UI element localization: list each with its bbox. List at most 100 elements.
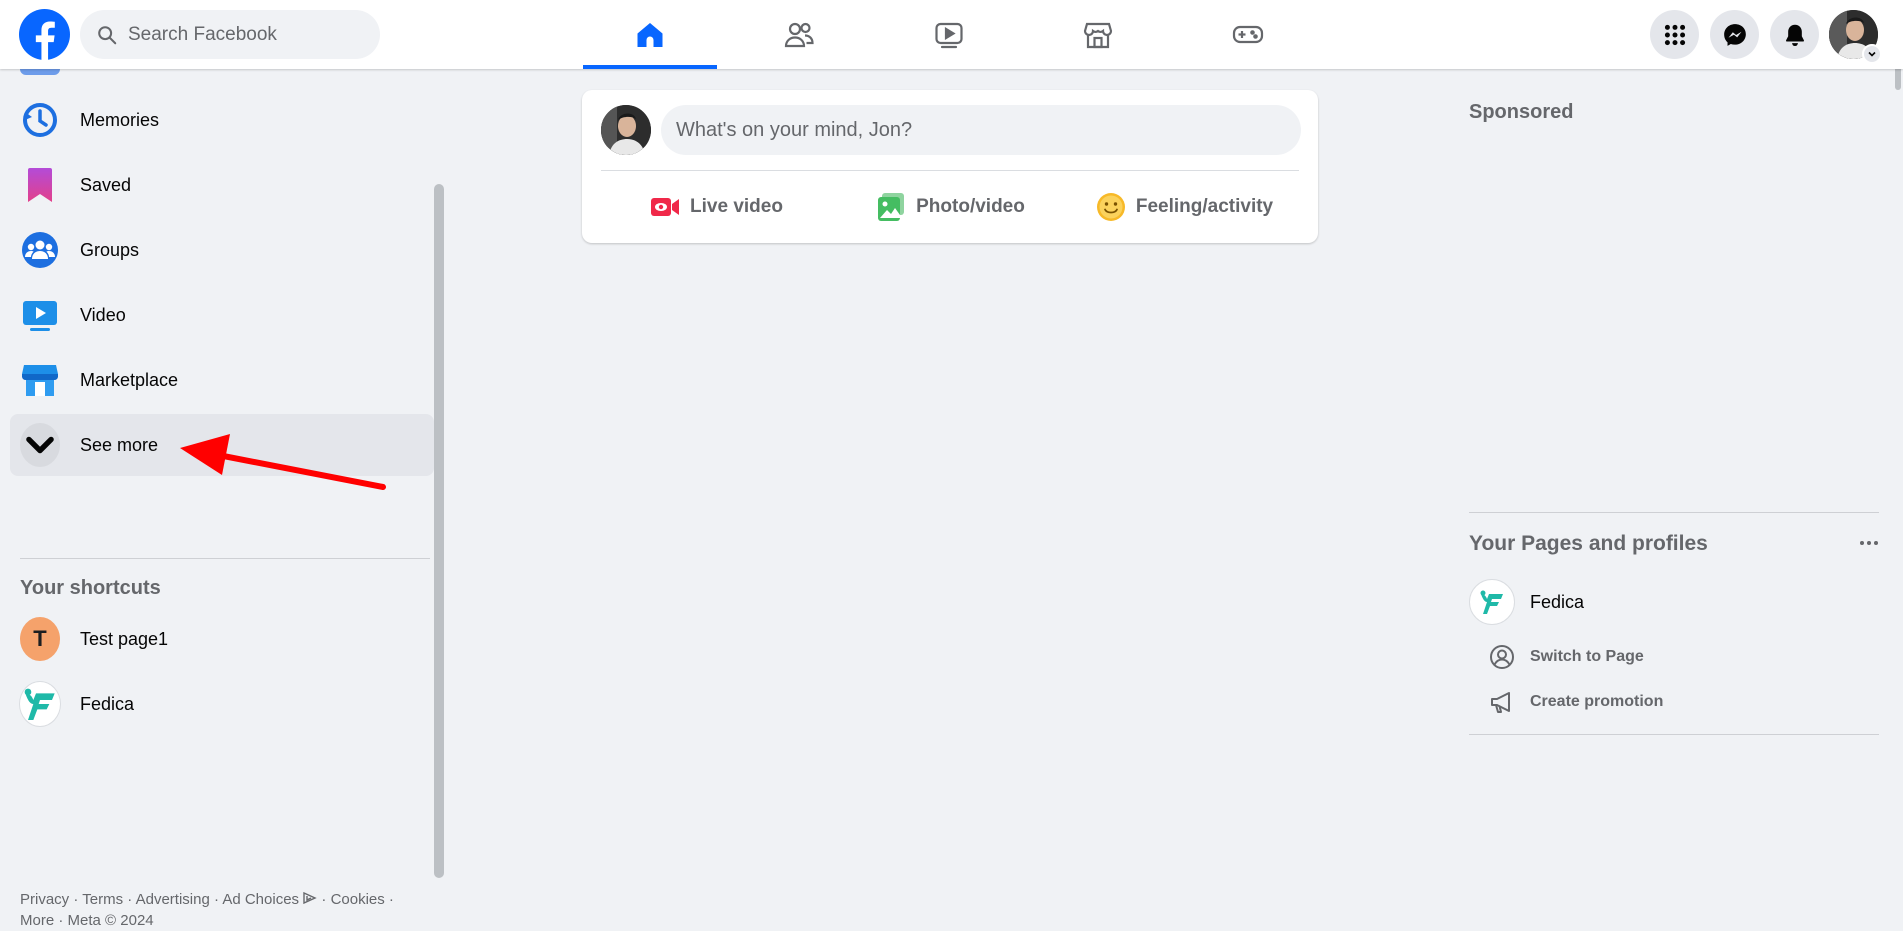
switch-to-page-label: Switch to Page <box>1530 648 1644 665</box>
more-link[interactable]: More <box>20 912 54 929</box>
pages-profiles-heading: Your Pages and profiles <box>1469 532 1708 555</box>
page-avatar <box>19 681 61 727</box>
footer-links: Privacy · Terms · Advertising · Ad Choic… <box>20 889 430 931</box>
search-bar[interactable] <box>80 10 380 59</box>
page-avatar: T <box>20 617 60 661</box>
sidebar-item-label: Video <box>80 304 126 325</box>
composer-avatar[interactable] <box>601 105 651 155</box>
separator: · <box>123 891 136 908</box>
memories-icon <box>23 103 57 137</box>
notifications-button[interactable] <box>1770 10 1819 59</box>
shortcut-label: Fedica <box>80 693 135 714</box>
annotation-arrow <box>180 434 386 490</box>
photo-video-icon <box>878 193 905 221</box>
home-icon <box>637 22 663 47</box>
post-composer: What's on your mind, Jon? Live video Pho… <box>582 90 1318 243</box>
tab-watch[interactable] <box>882 0 1016 69</box>
composer-divider <box>601 170 1299 171</box>
separator: · <box>69 891 83 908</box>
live-video-button[interactable]: Live video <box>604 182 829 232</box>
chevron-down-icon <box>1868 51 1876 57</box>
photo-video-button[interactable]: Photo/video <box>838 182 1063 232</box>
messenger-button[interactable] <box>1710 10 1759 59</box>
cookies-link[interactable]: Cookies <box>331 891 385 908</box>
sidebar-item-label: Groups <box>80 239 140 260</box>
messenger-icon <box>1723 23 1746 46</box>
sidebar-item-label: See more <box>80 434 159 455</box>
facebook-logo-icon[interactable] <box>19 9 70 60</box>
page-avatar <box>1469 579 1515 625</box>
photo-video-label: Photo/video <box>916 196 1025 217</box>
sponsored-heading: Sponsored <box>1469 101 1574 123</box>
search-input[interactable] <box>126 22 370 47</box>
top-navigation-bar <box>0 0 1903 69</box>
page-name: Fedica <box>1530 591 1585 612</box>
live-video-icon <box>651 198 680 216</box>
feeling-label: Feeling/activity <box>1135 196 1274 217</box>
advertising-link[interactable]: Advertising <box>136 891 210 908</box>
page-fedica[interactable]: Fedica <box>1469 579 1584 625</box>
clipped-nav-icon <box>20 69 60 75</box>
avatar-initial: T <box>33 626 47 651</box>
sidebar-item-label: Marketplace <box>80 369 179 390</box>
tab-home[interactable] <box>583 0 717 69</box>
saved-icon <box>28 168 52 202</box>
right-divider <box>1469 512 1879 513</box>
privacy-link[interactable]: Privacy <box>20 891 69 908</box>
sidebar-item-groups[interactable]: Groups <box>10 219 434 281</box>
ad-choices-label: Ad Choices <box>222 891 300 908</box>
profile-photo <box>601 105 651 155</box>
meta-copyright: Meta © 2024 <box>67 912 154 929</box>
tab-gaming[interactable] <box>1181 0 1315 69</box>
ad-choices-link[interactable]: Ad Choices <box>222 891 317 908</box>
account-menu-chevron[interactable] <box>1862 44 1882 64</box>
chevron-down-icon <box>26 436 54 454</box>
groups-icon <box>22 232 58 268</box>
gaming-icon <box>1232 25 1264 43</box>
page-scrollbar[interactable] <box>1893 0 1903 878</box>
more-options-icon[interactable] <box>1859 536 1879 550</box>
feeling-activity-button[interactable]: Feeling/activity <box>1072 182 1297 232</box>
shortcuts-heading: Your shortcuts <box>20 577 161 599</box>
separator: · <box>54 912 68 929</box>
shortcut-test-page1[interactable]: T Test page1 <box>10 608 434 670</box>
watch-icon <box>935 22 963 48</box>
shortcut-label: Test page1 <box>80 628 169 649</box>
search-icon <box>98 25 117 44</box>
feeling-icon <box>1096 193 1125 221</box>
sidebar-divider <box>20 558 430 559</box>
terms-link[interactable]: Terms <box>82 891 123 908</box>
composer-prompt: What's on your mind, Jon? <box>676 118 913 141</box>
separator: · <box>384 891 394 908</box>
fedica-logo-icon <box>24 688 55 720</box>
chevron-circle <box>20 423 60 467</box>
switch-to-page-button[interactable]: Switch to Page <box>1489 644 1644 670</box>
video-icon <box>23 301 57 331</box>
create-promotion-label: Create promotion <box>1530 693 1664 710</box>
sidebar-item-saved[interactable]: Saved <box>10 154 434 216</box>
menu-button[interactable] <box>1650 10 1699 59</box>
marketplace-icon <box>22 365 58 396</box>
sidebar-item-marketplace[interactable]: Marketplace <box>10 349 434 411</box>
separator: · <box>317 891 331 908</box>
create-promotion-button[interactable]: Create promotion <box>1489 689 1663 715</box>
notifications-icon <box>1785 24 1804 46</box>
ad-choices-icon <box>303 891 317 905</box>
separator: · <box>209 891 223 908</box>
menu-grid-icon <box>1664 24 1685 45</box>
friends-icon <box>784 22 814 47</box>
sidebar-item-label: Memories <box>80 109 160 130</box>
fedica-logo-icon <box>1480 590 1503 614</box>
tab-marketplace[interactable] <box>1031 0 1165 69</box>
marketplace-icon <box>1083 22 1113 48</box>
sidebar-item-video[interactable]: Video <box>10 284 434 346</box>
megaphone-icon <box>1491 692 1510 713</box>
sidebar-item-label: Saved <box>80 174 132 195</box>
live-video-label: Live video <box>690 196 783 217</box>
tab-friends[interactable] <box>732 0 866 69</box>
sidebar-scrollbar[interactable] <box>434 184 444 878</box>
switch-profile-icon <box>1490 645 1514 669</box>
sidebar-item-memories[interactable]: Memories <box>10 89 434 151</box>
shortcut-fedica[interactable]: Fedica <box>10 673 434 735</box>
whats-on-your-mind-input[interactable]: What's on your mind, Jon? <box>661 105 1301 155</box>
